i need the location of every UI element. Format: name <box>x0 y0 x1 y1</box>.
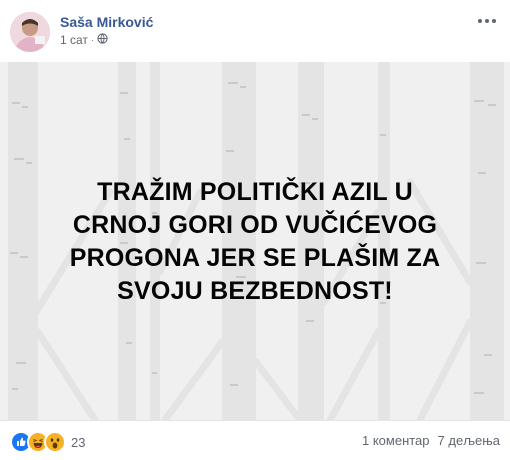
post-image[interactable]: TRAŽIM POLITIČKI AZIL U CRNOJ GORI OD VU… <box>0 62 510 420</box>
author-name[interactable]: Saša Mirković <box>60 14 153 30</box>
post-text-line: PROGONA JER SE PLAŠIM ZA <box>69 244 441 272</box>
avatar[interactable] <box>10 12 50 52</box>
meta-separator: · <box>90 35 94 45</box>
reactions-summary[interactable]: 23 <box>10 431 85 453</box>
shares-count[interactable]: 7 дељења <box>438 433 500 448</box>
post-text: TRAŽIM POLITIČKI AZIL U CRNOJ GORI OD VU… <box>20 176 490 308</box>
post-time[interactable]: 1 сат <box>60 33 88 47</box>
engagement-stats: 1 коментар 7 дељења <box>362 433 500 448</box>
post-footer: 23 1 коментар 7 дељења <box>0 420 510 460</box>
post-meta: 1 сат · <box>60 33 108 47</box>
comments-count[interactable]: 1 коментар <box>362 433 430 448</box>
post-text-line: CRNOJ GORI OD VUČIĆEVOG <box>72 211 438 239</box>
reaction-count[interactable]: 23 <box>71 435 85 450</box>
post-text-line: TRAŽIM POLITIČKI AZIL U <box>97 178 413 206</box>
wow-reaction-icon[interactable] <box>44 431 66 453</box>
post-text-line: SVOJU BEZBEDNOST! <box>117 277 393 305</box>
more-options-icon[interactable] <box>476 14 498 28</box>
post-header: Saša Mirković 1 сат · <box>0 0 510 62</box>
globe-icon[interactable] <box>97 33 108 47</box>
